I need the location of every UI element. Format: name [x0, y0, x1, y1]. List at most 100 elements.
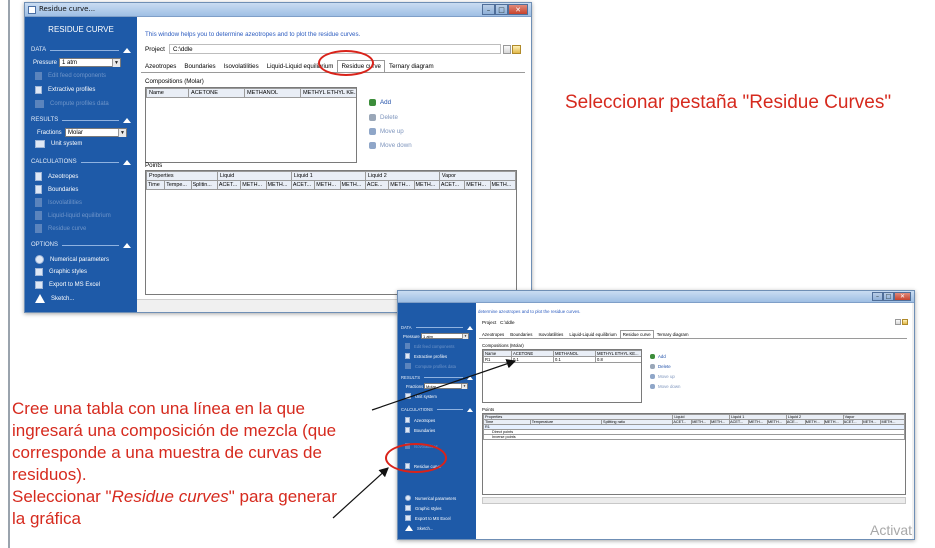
extractive-profiles[interactable]: Extractive profiles: [35, 86, 95, 94]
points-table[interactable]: Properties Liquid Liquid 1 Liquid 2 Vapo…: [482, 413, 906, 495]
col-mek[interactable]: METHYL ETHYL KE...: [300, 88, 356, 98]
unit-system[interactable]: Unit system: [35, 140, 82, 148]
table-row[interactable]: R1 0.1 0.1 0.8: [483, 356, 641, 363]
close-button[interactable]: ✕: [894, 292, 911, 301]
col-time[interactable]: Time: [146, 180, 166, 190]
window-titlebar[interactable]: – □ ✕: [398, 291, 914, 303]
section-options[interactable]: OPTIONS: [31, 242, 131, 248]
col-l1-mek[interactable]: METH...: [339, 180, 366, 190]
points-table[interactable]: Properties Liquid Liquid 1 Liquid 2 Vapo…: [145, 170, 517, 295]
graphic-styles-item[interactable]: Graphic styles: [35, 268, 87, 276]
compositions-table[interactable]: Name ACETONE METHANOL METHYL ETHYL KE...: [145, 87, 357, 163]
pressure-select[interactable]: 1 atm ▼: [421, 333, 469, 339]
tab-ternary-diagram[interactable]: Ternary diagram: [385, 60, 438, 72]
section-results[interactable]: RESULTS: [401, 375, 473, 380]
unit-system[interactable]: Unit system: [405, 393, 437, 399]
move-down-button[interactable]: Move down: [369, 142, 412, 149]
compute-profiles-label: Compute profiles data: [415, 363, 456, 369]
maximize-button[interactable]: □: [495, 4, 508, 15]
move-down-button[interactable]: Move down: [650, 384, 680, 389]
minimize-button[interactable]: –: [872, 292, 883, 301]
fractions-select[interactable]: Molar ▼: [65, 128, 127, 137]
col-l2-methanol[interactable]: METH...: [388, 180, 415, 190]
horizontal-scrollbar[interactable]: [482, 497, 906, 504]
tab-azeotropes[interactable]: Azeotropes: [141, 60, 180, 72]
numerical-parameters-item[interactable]: Numerical parameters: [405, 495, 456, 501]
col-splitting[interactable]: Splitin...: [190, 180, 218, 190]
sketch-item[interactable]: Sketch...: [35, 294, 74, 303]
section-calculations[interactable]: CALCULATIONS: [31, 159, 131, 165]
folder-icon[interactable]: [902, 319, 908, 325]
col-l-acetone[interactable]: ACET...: [216, 180, 242, 190]
group-properties: Properties: [146, 171, 218, 181]
section-data[interactable]: DATA: [31, 47, 131, 53]
export-excel-label: Export to MS Excel: [49, 282, 101, 288]
window-titlebar[interactable]: Residue curve... – □ ✕: [25, 3, 531, 17]
add-button[interactable]: Add: [650, 354, 666, 359]
cell-name[interactable]: R1: [483, 356, 512, 363]
move-up-button[interactable]: Move up: [369, 128, 404, 135]
col-v-methanol[interactable]: METH...: [464, 180, 491, 190]
col-l2-acetone[interactable]: ACE...: [364, 180, 390, 190]
azeotropes-item[interactable]: Azeotropes: [405, 417, 435, 423]
tab-ternary-diagram[interactable]: Ternary diagram: [654, 330, 692, 338]
folder-icon[interactable]: [512, 44, 521, 54]
tab-boundaries[interactable]: Boundaries: [180, 60, 219, 72]
tab-azeotropes[interactable]: Azeotropes: [479, 330, 507, 338]
table-row[interactable]: Inverse points: [483, 434, 905, 440]
export-excel-item[interactable]: Export to MS Excel: [35, 281, 100, 289]
extractive-profiles[interactable]: Extractive profiles: [405, 353, 447, 359]
delete-button[interactable]: Delete: [650, 364, 671, 369]
col-temperature[interactable]: Tempe...: [164, 180, 192, 190]
section-data[interactable]: DATA: [401, 325, 473, 330]
caption-select-line: Seleccionar "Residue curves" para genera…: [12, 486, 337, 508]
col-name[interactable]: Name: [146, 88, 189, 98]
minimize-button[interactable]: –: [482, 4, 495, 15]
boundaries-item[interactable]: Boundaries: [405, 427, 435, 433]
add-button[interactable]: Add: [369, 99, 391, 106]
caption-line-2: ingresará una composición de mezcla (que: [12, 421, 337, 440]
delete-button[interactable]: Delete: [369, 114, 398, 121]
tab-lle[interactable]: Liquid-Liquid equilibrium: [566, 330, 619, 338]
tab-isovolatilities[interactable]: Isovolatilities: [535, 330, 566, 338]
project-value[interactable]: C:\ddle: [500, 320, 895, 325]
section-results[interactable]: RESULTS: [31, 117, 131, 123]
col-l1-methanol[interactable]: METH...: [314, 180, 341, 190]
boundaries-item[interactable]: Boundaries: [35, 185, 78, 194]
graphic-styles-item[interactable]: Graphic styles: [405, 505, 442, 511]
col-mek[interactable]: METHYL ETHYL KE...: [595, 350, 641, 357]
numerical-parameters-item[interactable]: Numerical parameters: [35, 255, 109, 264]
vertical-scrollbar[interactable]: [531, 17, 532, 299]
sketch-item[interactable]: Sketch...: [405, 525, 433, 531]
cell-mek[interactable]: 0.8: [595, 356, 641, 363]
sidebar-title: RESIDUE CURVE: [48, 25, 114, 34]
tab-residue-curve[interactable]: Residue curve: [619, 330, 654, 338]
col-l1-acetone[interactable]: ACET...: [290, 180, 316, 190]
col-l-mek[interactable]: METH...: [265, 180, 292, 190]
col-v-acetone[interactable]: ACET...: [438, 180, 466, 190]
project-dropdown-button[interactable]: [895, 319, 901, 325]
col-v-mek[interactable]: METH...: [489, 180, 516, 190]
fractions-select[interactable]: Molar ▼: [424, 383, 468, 389]
compositions-table[interactable]: Name ACETONE METHANOL METHYL ETHYL KE...…: [482, 349, 642, 403]
maximize-button[interactable]: □: [883, 292, 894, 301]
delete-icon: [369, 114, 376, 121]
close-button[interactable]: ✕: [508, 4, 528, 15]
cell-methanol[interactable]: 0.1: [553, 356, 596, 363]
azeotropes-item[interactable]: Azeotropes: [35, 172, 78, 181]
export-excel-item[interactable]: Export to MS Excel: [405, 515, 451, 521]
row-inverse-points[interactable]: Inverse points: [483, 434, 905, 440]
col-acetone[interactable]: ACETONE: [188, 88, 245, 98]
tab-boundaries[interactable]: Boundaries: [507, 330, 535, 338]
pressure-select[interactable]: 1 atm ▼: [59, 58, 121, 67]
tab-isovolatilities[interactable]: Isovolatilities: [220, 60, 263, 72]
col-methanol[interactable]: METHANOL: [244, 88, 301, 98]
ruler-icon: [35, 140, 45, 148]
cell-acetone[interactable]: 0.1: [511, 356, 554, 363]
col-l2-mek[interactable]: METH...: [413, 180, 440, 190]
project-dropdown-button[interactable]: [503, 44, 511, 54]
section-calculations[interactable]: CALCULATIONS: [401, 407, 473, 412]
move-up-button[interactable]: Move up: [650, 374, 675, 379]
section-results-label: RESULTS: [31, 117, 59, 123]
col-l-methanol[interactable]: METH...: [240, 180, 267, 190]
